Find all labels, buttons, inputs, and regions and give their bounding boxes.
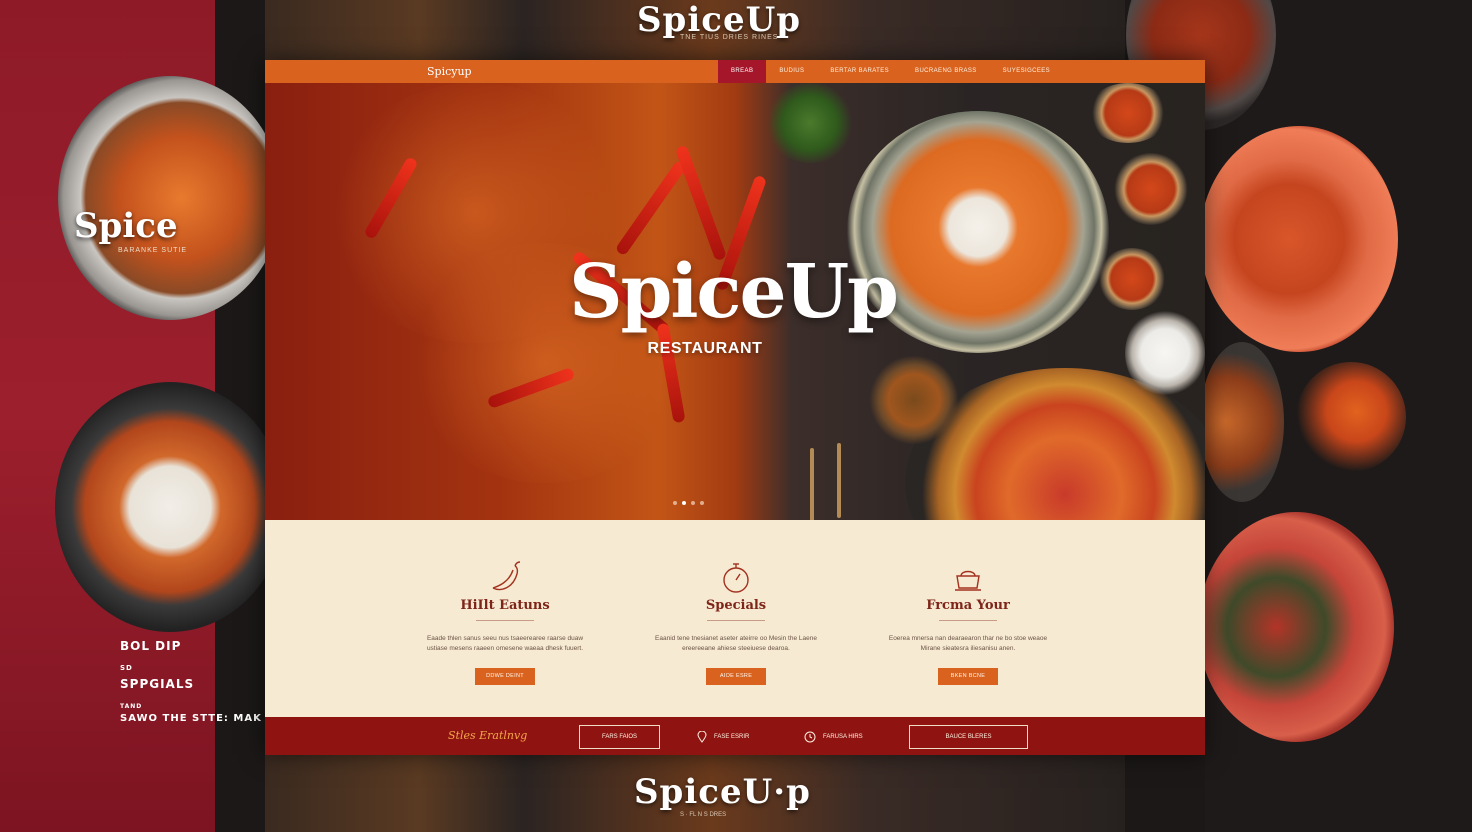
stopwatch-icon xyxy=(723,563,749,593)
carousel-dot[interactable] xyxy=(691,501,695,505)
cauldron-icon xyxy=(955,570,981,591)
spice-bowl-image xyxy=(1113,153,1189,225)
feature-card: HiIlt Eatuns Eaade thlen sanus seeu nus … xyxy=(405,520,605,685)
chili-pepper-image xyxy=(614,159,688,257)
side-label: SPPGIALS xyxy=(120,677,195,691)
nav-links: BREAB BUDIUS BERTAR BARATES BUCRAENG BRA… xyxy=(718,60,1063,83)
clock-icon xyxy=(804,731,816,743)
divider xyxy=(707,620,765,621)
hero-brand-title: SpiceUp xyxy=(569,249,899,335)
feature-card: Frcma Your Eoerea mnersa nan dearaearon … xyxy=(868,520,1068,685)
herb-garnish-image xyxy=(765,83,855,163)
side-label: BOL DIP xyxy=(120,639,182,653)
dish-image xyxy=(1200,126,1398,352)
divider xyxy=(939,620,997,621)
side-label: SD xyxy=(120,664,133,672)
side-dish-bowl-image xyxy=(869,355,959,445)
side-label: TAND xyxy=(120,703,143,710)
salt-bowl-image xyxy=(1125,308,1205,398)
nav-logo[interactable]: Spicyup xyxy=(427,65,472,78)
fork-image xyxy=(810,448,814,520)
nav-link[interactable]: SUYESIGCEES xyxy=(990,60,1063,83)
side-label: SAWO THE STTE: MAK HI xyxy=(120,713,281,724)
carousel-dot-active[interactable] xyxy=(682,501,686,505)
footer-button[interactable]: BAUCE BLERES xyxy=(909,725,1028,749)
side-brand-title: Spice xyxy=(74,206,178,246)
mockup-title-bottom: SpiceU·p xyxy=(634,772,811,812)
feature-button[interactable]: AIOE ESRE xyxy=(706,668,766,685)
footer-bar: Stles Eratlnvg FARS FAIOS FASE ESRIR FAR… xyxy=(265,717,1205,755)
side-brand-subtitle: BARANKE SUTIE xyxy=(118,247,188,254)
feature-title: HiIlt Eatuns xyxy=(460,598,550,613)
footer-link[interactable]: FARUSA HIRS xyxy=(804,731,863,743)
mockup-subtitle-bottom: S · FL N S DRES xyxy=(680,812,727,818)
nav-link[interactable]: BUDIUS xyxy=(766,60,817,83)
dish-image xyxy=(55,382,285,632)
footer-link-label: FARUSA HIRS xyxy=(823,734,863,740)
feature-button[interactable]: BKEN BCNE xyxy=(938,668,998,685)
dish-image xyxy=(1200,342,1284,502)
footer-tagline: Stles Eratlnvg xyxy=(448,729,528,742)
footer-link[interactable]: FASE ESRIR xyxy=(697,731,749,743)
dish-image xyxy=(58,76,282,320)
feature-text: Eaade thlen sanus seeu nus tsaeerearee r… xyxy=(426,635,584,652)
carousel-dot[interactable] xyxy=(673,501,677,505)
feature-text: Eaanid tene tnesianet aseter ateirre oo … xyxy=(655,635,817,652)
feature-text: Eoerea mnersa nan dearaearon thar ne bo … xyxy=(888,635,1048,652)
feature-title: Specials xyxy=(705,598,767,613)
fork-image xyxy=(837,443,841,518)
spice-pile-image xyxy=(1296,362,1406,472)
location-pin-icon xyxy=(697,731,707,743)
footer-button[interactable]: FARS FAIOS xyxy=(579,725,660,749)
chili-icon xyxy=(492,561,521,591)
dish-image xyxy=(1198,512,1394,742)
mockup-subtitle-top: TNE TIUS DRIES RINES xyxy=(680,34,779,41)
nav-link[interactable]: BUCRAENG BRASS xyxy=(902,60,990,83)
nav-link-home[interactable]: BREAB xyxy=(718,60,767,83)
chili-pepper-image xyxy=(674,144,728,262)
footer-link-label: FASE ESRIR xyxy=(714,734,750,740)
feature-title: Frcma Your xyxy=(926,598,1010,613)
divider xyxy=(476,620,534,621)
nav-link[interactable]: BERTAR BARATES xyxy=(817,60,902,83)
features-section: HiIlt Eatuns Eaade thlen sanus seeu nus … xyxy=(265,520,1205,717)
hero-banner: SpiceUp RESTAURANT xyxy=(265,83,1205,520)
feature-button[interactable]: DDWE DEINT xyxy=(475,668,535,685)
carousel-dot[interactable] xyxy=(700,501,704,505)
website-frame: Spicyup BREAB BUDIUS BERTAR BARATES BUCR… xyxy=(265,60,1205,755)
spice-bowl-image xyxy=(1097,248,1167,310)
carousel-dots xyxy=(673,501,704,505)
hero-subtitle: RESTAURANT xyxy=(647,340,763,357)
top-navbar: Spicyup BREAB BUDIUS BERTAR BARATES BUCR… xyxy=(265,60,1205,83)
feature-card: Specials Eaanid tene tnesianet aseter at… xyxy=(636,520,836,685)
spice-bowl-image xyxy=(1087,83,1169,143)
